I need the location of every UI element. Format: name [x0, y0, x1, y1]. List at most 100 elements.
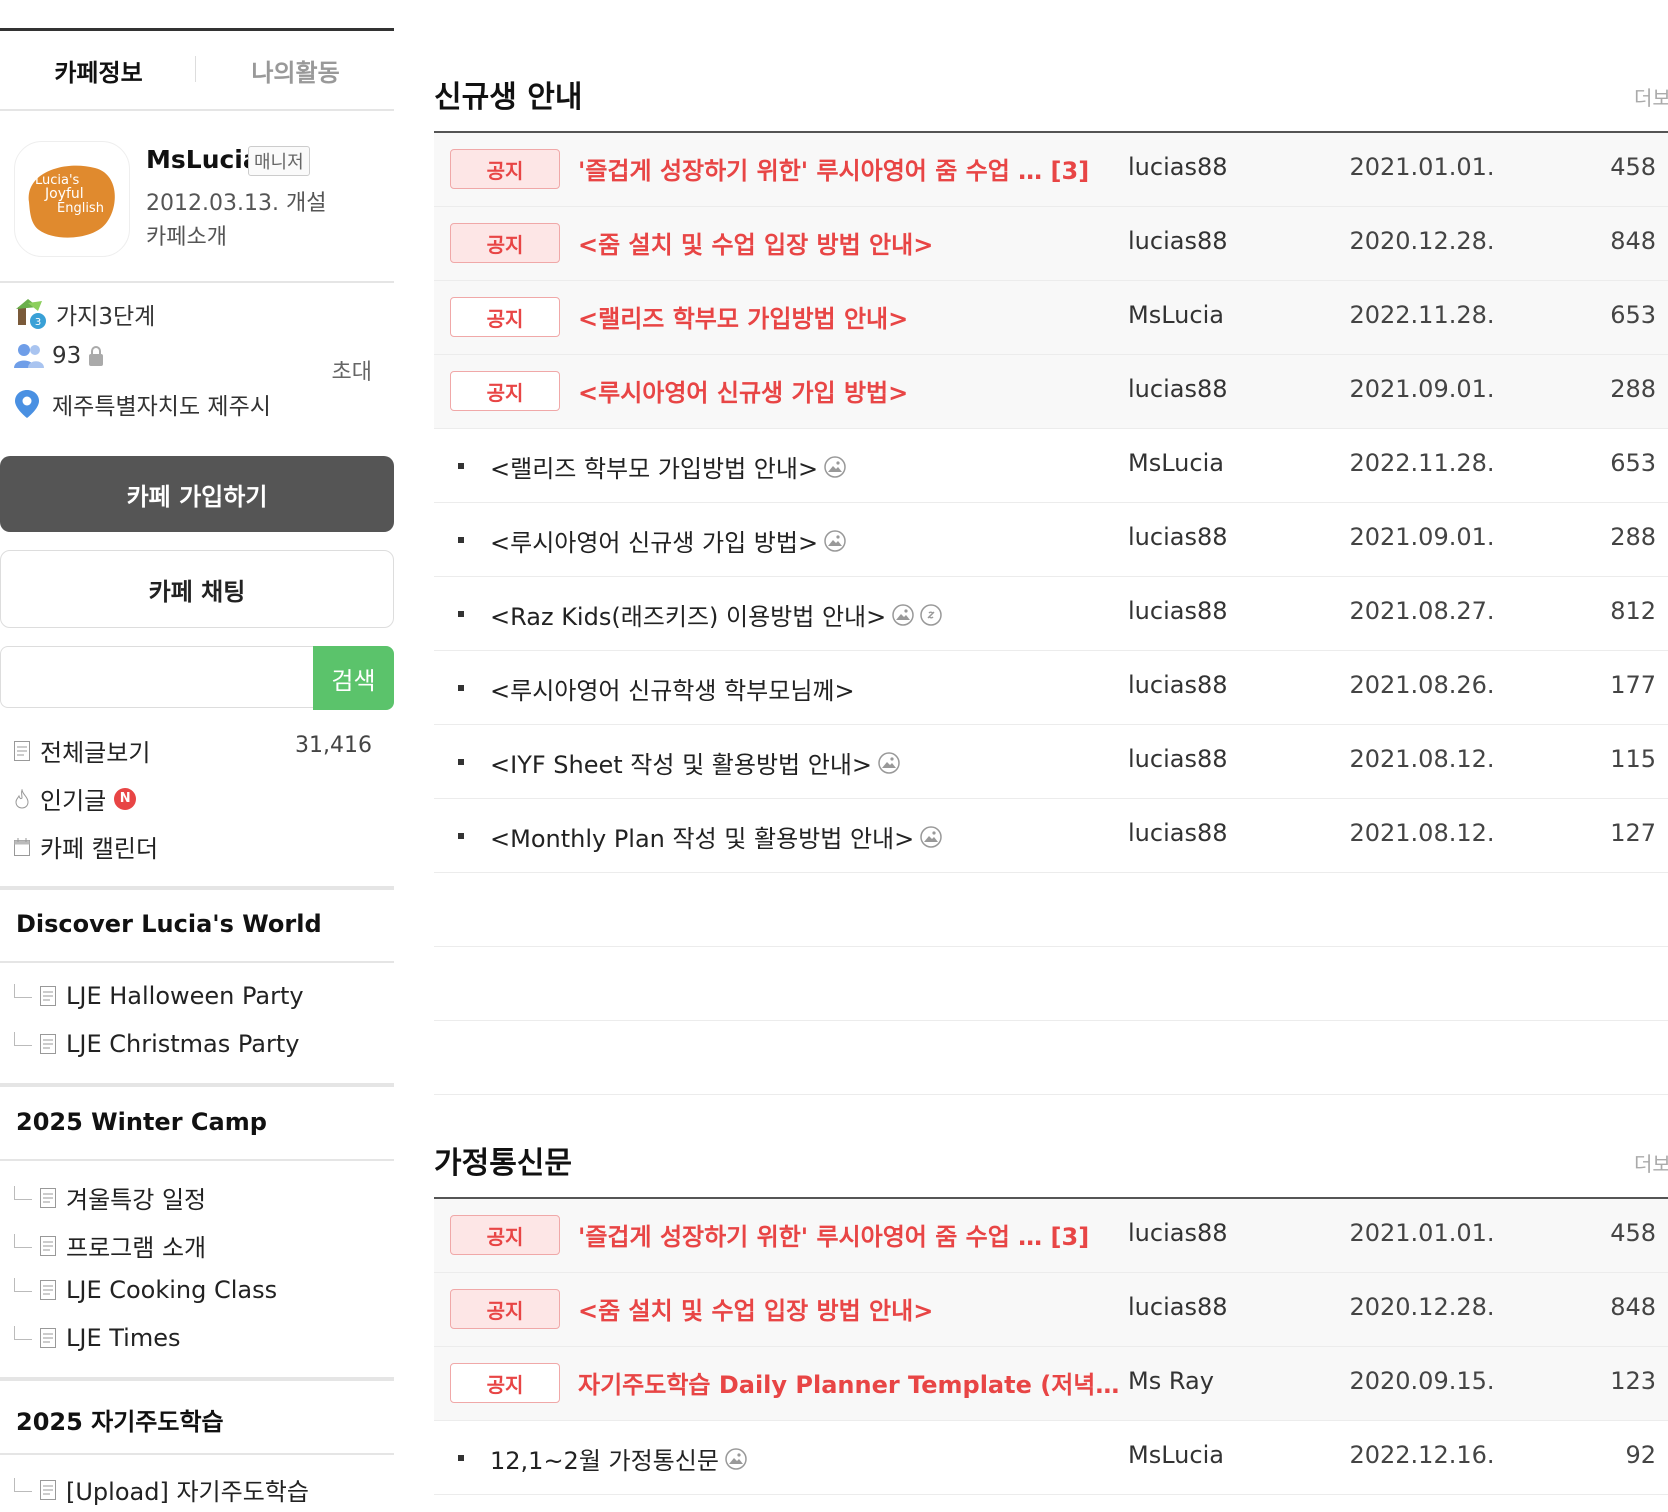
group-separator — [0, 886, 394, 890]
lock-icon — [89, 346, 104, 366]
member-count: 93 — [52, 343, 82, 369]
menu-item[interactable]: 프로그램 소개 — [14, 1228, 206, 1263]
menu-item-label: 겨울특강 일정 — [66, 1186, 207, 1214]
notice-row[interactable]: 공지 <랠리즈 학부모 가입방법 안내> MsLucia 2022.11.28.… — [434, 281, 1668, 355]
post-author[interactable]: lucias88 — [1128, 153, 1228, 181]
notice-row[interactable]: 공지 <줌 설치 및 수업 입장 방법 안내> lucias88 2020.12… — [434, 207, 1668, 281]
post-title[interactable]: <IYF Sheet 작성 및 활용방법 안내> — [490, 745, 900, 780]
cafe-profile: Lucia's Joyful English MsLucia 매니저 2012.… — [0, 111, 394, 283]
notice-badge: 공지 — [450, 1363, 560, 1403]
post-date: 2021.08.12. — [1349, 745, 1495, 773]
bullet — [458, 833, 464, 839]
notice-badge: 공지 — [450, 1215, 560, 1255]
notice-row[interactable]: 공지 <루시아영어 신규생 가입 방법> lucias88 2021.09.01… — [434, 355, 1668, 429]
post-row[interactable]: <랠리즈 학부모 가입방법 안내> MsLucia 2022.11.28. 65… — [434, 429, 1668, 503]
tree-line — [14, 1477, 32, 1492]
post-row[interactable]: <Raz Kids(래즈키즈) 이용방법 안내> lucias88 2021.0… — [434, 577, 1668, 651]
post-title[interactable]: <랠리즈 학부모 가입방법 안내> — [490, 449, 846, 484]
post-views: 288 — [1610, 523, 1656, 551]
post-author[interactable]: lucias88 — [1128, 227, 1228, 255]
photo-icon — [892, 603, 914, 626]
post-author[interactable]: lucias88 — [1128, 745, 1228, 773]
menu-popular[interactable]: 인기글 N — [14, 781, 137, 816]
post-title[interactable]: <랠리즈 학부모 가입방법 안내> — [578, 299, 908, 334]
level-label: 가지3단계 — [56, 304, 156, 330]
post-title[interactable]: <루시아영어 신규생 가입 방법> — [490, 523, 846, 558]
board-title[interactable]: 가정통신문 — [434, 1138, 572, 1182]
menu-calendar[interactable]: 카페 캘린더 — [14, 829, 158, 864]
manager-name[interactable]: MsLucia — [146, 145, 260, 174]
menu-item-label: 프로그램 소개 — [66, 1234, 207, 1262]
bullet — [458, 759, 464, 765]
board-title[interactable]: 신규생 안내 — [434, 72, 582, 116]
photo-icon — [824, 455, 846, 478]
comment-count[interactable]: [3] — [1051, 157, 1090, 185]
notice-badge: 공지 — [450, 149, 560, 189]
empty-row — [434, 1021, 1668, 1095]
menu-item[interactable]: LJE Halloween Party — [14, 982, 304, 1010]
menu-item-label: LJE Halloween Party — [66, 982, 304, 1010]
menu-item[interactable]: LJE Times — [14, 1324, 180, 1352]
members-icon — [14, 344, 44, 368]
post-author[interactable]: lucias88 — [1128, 523, 1228, 551]
invite-link[interactable]: 초대 — [332, 354, 372, 386]
post-title[interactable]: '즐겁게 성장하기 위한' 루시아영어 줌 수업 … [3] — [578, 151, 1089, 186]
post-row[interactable]: <IYF Sheet 작성 및 활용방법 안내> lucias88 2021.0… — [434, 725, 1668, 799]
svg-text:3: 3 — [35, 317, 41, 328]
post-title[interactable]: <줌 설치 및 수업 입장 방법 안내> — [578, 225, 933, 260]
post-views: 848 — [1610, 1293, 1656, 1321]
menu-item[interactable]: LJE Christmas Party — [14, 1030, 299, 1058]
cafe-intro-link[interactable]: 카페소개 — [146, 219, 227, 251]
post-title[interactable]: <줌 설치 및 수업 입장 방법 안내> — [578, 1291, 933, 1326]
menu-item-label: LJE Times — [66, 1324, 181, 1352]
tab-cafe-info[interactable]: 카페정보 — [0, 31, 197, 109]
post-row[interactable]: <Monthly Plan 작성 및 활용방법 안내> lucias88 202… — [434, 799, 1668, 873]
search-button[interactable]: 검색 — [313, 646, 394, 710]
post-title[interactable]: 12,1~2월 가정통신문 — [490, 1441, 747, 1476]
notice-row[interactable]: 공지 '즐겁게 성장하기 위한' 루시아영어 줌 수업 … [3] lucias… — [434, 1199, 1668, 1273]
notice-row[interactable]: 공지 '즐겁게 성장하기 위한' 루시아영어 줌 수업 … [3] lucias… — [434, 133, 1668, 207]
post-title[interactable]: <루시아영어 신규생 가입 방법> — [578, 373, 908, 408]
post-title[interactable]: <루시아영어 신규학생 학부모님께> — [490, 671, 855, 706]
post-title[interactable]: 자기주도학습 Daily Planner Template (저녁… — [578, 1365, 1119, 1400]
location-label: 제주특별자치도 제주시 — [52, 394, 271, 420]
post-author[interactable]: lucias88 — [1128, 819, 1228, 847]
search-input[interactable] — [0, 646, 313, 708]
notice-row[interactable]: 공지 자기주도학습 Daily Planner Template (저녁… Ms… — [434, 1347, 1668, 1421]
post-title[interactable]: <Monthly Plan 작성 및 활용방법 안내> — [490, 819, 942, 854]
post-author[interactable]: MsLucia — [1128, 1441, 1224, 1469]
tab-my-activity[interactable]: 나의활동 — [197, 31, 394, 109]
post-row[interactable]: <루시아영어 신규생 가입 방법> lucias88 2021.09.01. 2… — [434, 503, 1668, 577]
menu-item[interactable]: LJE Cooking Class — [14, 1276, 277, 1304]
menu-all-posts[interactable]: 전체글보기 — [14, 733, 150, 768]
post-title[interactable]: <Raz Kids(래즈키즈) 이용방법 안내> — [490, 597, 942, 632]
post-row[interactable]: 12,1~2월 가정통신문 MsLucia 2022.12.16. 92 — [434, 1421, 1668, 1495]
post-title[interactable]: '즐겁게 성장하기 위한' 루시아영어 줌 수업 … [3] — [578, 1217, 1089, 1252]
post-author[interactable]: MsLucia — [1128, 301, 1224, 329]
cafe-chat-button[interactable]: 카페 채팅 — [0, 550, 394, 628]
post-date: 2021.01.01. — [1349, 153, 1495, 181]
comment-count[interactable]: [3] — [1051, 1223, 1090, 1251]
tree-line — [14, 1032, 32, 1046]
post-author[interactable]: lucias88 — [1128, 671, 1228, 699]
menu-item[interactable]: [Upload] 자기주도학습 — [14, 1472, 309, 1507]
manager-badge: 매니저 — [248, 146, 310, 176]
post-date: 2021.09.01. — [1349, 375, 1495, 403]
photo-icon — [725, 1447, 747, 1470]
more-link[interactable]: 더보기 — [1634, 82, 1668, 111]
post-author[interactable]: lucias88 — [1128, 375, 1228, 403]
join-cafe-button[interactable]: 카페 가입하기 — [0, 456, 394, 532]
more-link[interactable]: 더보기 — [1634, 1148, 1668, 1177]
post-row[interactable]: <루시아영어 신규학생 학부모님께> lucias88 2021.08.26. … — [434, 651, 1668, 725]
level-icon: 3 — [16, 299, 46, 329]
cafe-logo[interactable]: Lucia's Joyful English — [14, 141, 130, 257]
post-date: 2020.12.28. — [1349, 1293, 1495, 1321]
post-author[interactable]: lucias88 — [1128, 1219, 1228, 1247]
photo-icon — [920, 825, 942, 848]
notice-row[interactable]: 공지 <줌 설치 및 수업 입장 방법 안내> lucias88 2020.12… — [434, 1273, 1668, 1347]
post-author[interactable]: Ms Ray — [1128, 1367, 1214, 1395]
post-author[interactable]: lucias88 — [1128, 597, 1228, 625]
menu-item[interactable]: 겨울특강 일정 — [14, 1180, 206, 1215]
post-author[interactable]: MsLucia — [1128, 449, 1224, 477]
post-author[interactable]: lucias88 — [1128, 1293, 1228, 1321]
